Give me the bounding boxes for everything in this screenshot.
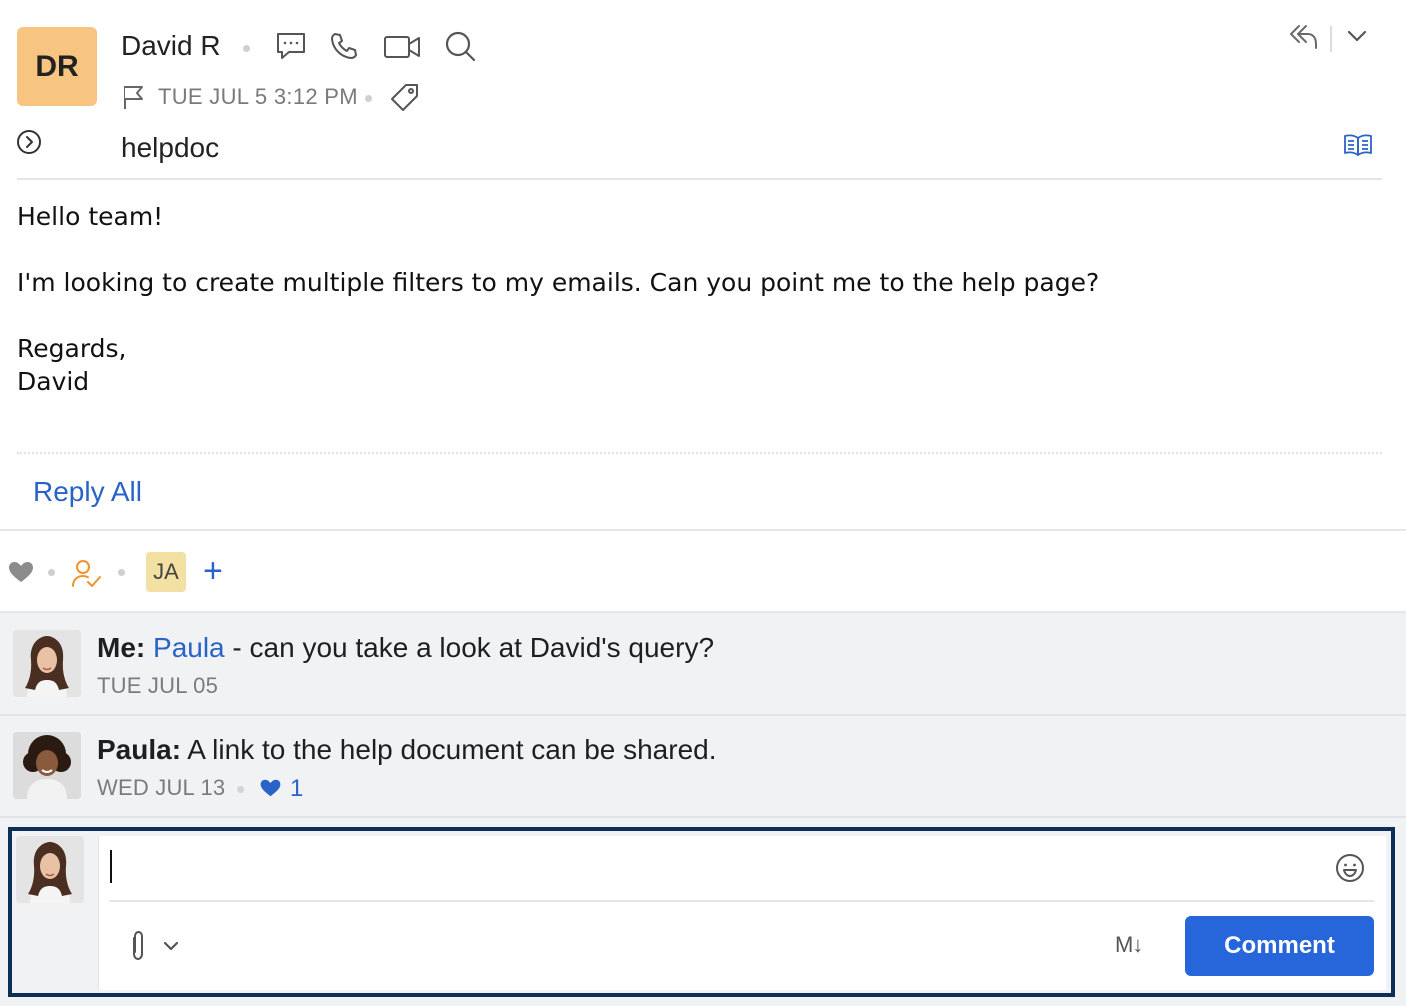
greeting: Hello team! [17,202,164,231]
avatar[interactable] [13,732,81,799]
avatar[interactable] [13,630,81,697]
comment-divider [0,816,1406,818]
body-divider [17,452,1382,454]
expand-circle-icon[interactable] [16,129,42,155]
tag-icon[interactable] [389,82,421,114]
flag-icon[interactable] [122,84,146,110]
emoji-icon[interactable] [1334,852,1366,884]
sender-avatar[interactable]: DR [17,27,97,106]
book-icon[interactable] [1343,132,1373,158]
heart-icon[interactable] [7,560,35,584]
comment-author[interactable]: Me: [97,632,145,663]
chevron-down-icon[interactable] [162,938,180,954]
add-assignee-button[interactable]: + [203,551,223,591]
separator-dot [48,569,55,576]
separator-dot [243,45,250,52]
section-divider [0,529,1406,531]
separator-dot [118,569,125,576]
chat-icon[interactable] [274,30,308,62]
sender-name[interactable]: David R [121,30,221,62]
signature: David [17,367,90,396]
comment-message: - can you take a look at David's query? [224,632,715,663]
comment-date: TUE JUL 05 [97,673,219,698]
assignee-badge[interactable]: JA [146,552,186,592]
assign-user-icon[interactable] [71,558,103,590]
phone-icon[interactable] [328,30,360,62]
avatar [16,836,84,903]
comment-button[interactable]: Comment [1185,916,1374,976]
comment-divider [0,714,1406,716]
text-caret [110,850,112,883]
reply-all-icon[interactable] [1288,22,1320,52]
message-body: Hello team! I'm looking to create multip… [17,200,1377,398]
message-date: TUE JUL 5 3:12 PM [158,84,358,109]
comment-text: Me: Paula - can you take a look at David… [97,632,714,664]
comment-message: A link to the help document can be share… [187,734,717,765]
comment-date: WED JUL 13 [97,775,226,800]
closing: Regards, [17,334,127,363]
section-divider [0,611,1406,613]
separator-dot [237,786,244,793]
attachment-icon[interactable] [128,930,148,962]
header-separator [1330,26,1332,52]
reply-all-link[interactable]: Reply All [33,476,142,508]
markdown-toggle[interactable]: M↓ [1115,932,1143,958]
heart-icon[interactable] [259,778,282,798]
separator-dot [365,95,372,102]
video-icon[interactable] [383,32,423,62]
message-text: I'm looking to create multiple filters t… [17,268,1100,297]
search-icon[interactable] [444,30,478,64]
comment-text: Paula: A link to the help document can b… [97,734,717,766]
mention-link[interactable]: Paula [153,632,225,663]
chevron-down-icon[interactable] [1345,26,1369,46]
like-count[interactable]: 1 [290,775,303,803]
composer-divider [109,900,1374,902]
header-divider [17,178,1382,180]
comment-input[interactable] [110,845,1310,891]
comment-author[interactable]: Paula: [97,734,181,765]
message-subject: helpdoc [121,132,220,163]
